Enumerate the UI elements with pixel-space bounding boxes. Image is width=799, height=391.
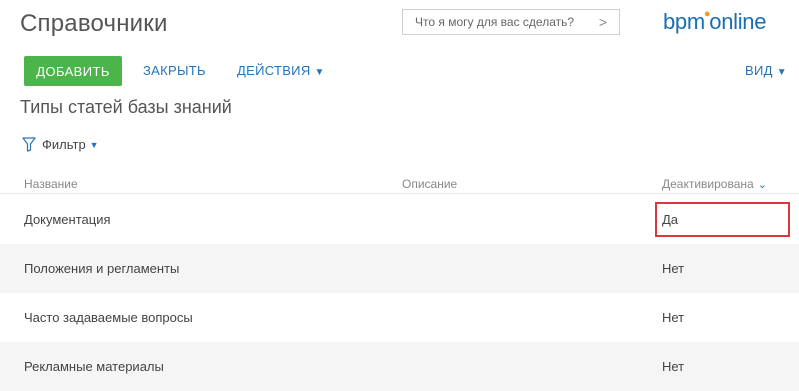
command-placeholder: Что я могу для вас сделать? [415,15,575,29]
section-title: Типы статей базы знаний [20,97,232,117]
page-title: Справочники [20,10,168,37]
table-row[interactable]: Рекламные материалы Нет [0,342,799,391]
view-menu-button[interactable]: ВИД ▼ [745,63,787,78]
caret-down-icon: ▼ [776,67,787,78]
column-header-name[interactable]: Название [24,177,78,191]
sort-down-icon[interactable]: ⌄ [758,179,767,191]
caret-down-icon: ▼ [89,139,99,150]
column-header-deactivated[interactable]: Деактивирована ⌄ [662,177,767,191]
add-button[interactable]: ДОБАВИТЬ [24,56,122,86]
caret-down-icon: ▼ [314,67,325,78]
column-header-description[interactable]: Описание [402,177,457,191]
actions-menu-button[interactable]: ДЕЙСТВИЯ ▼ [237,63,325,78]
cell-deactivated: Нет [662,359,685,374]
cell-name: Положения и регламенты [24,261,180,276]
table-row[interactable]: Положения и регламенты Нет [0,244,799,293]
funnel-icon [22,137,36,152]
close-button[interactable]: ЗАКРЫТЬ [143,63,206,78]
actions-label: ДЕЙСТВИЯ [237,63,311,78]
cell-name: Рекламные материалы [24,359,164,374]
cell-name: Часто задаваемые вопросы [24,310,193,325]
cell-name: Документация [24,212,111,227]
column-header-deactivated-label: Деактивирована [662,177,754,191]
header-divider [0,193,799,194]
table-row[interactable]: Часто задаваемые вопросы Нет [0,293,799,342]
cell-deactivated: Нет [662,310,685,325]
filter-button[interactable]: Фильтр ▼ [22,137,99,152]
chevron-right-icon[interactable]: > [599,14,607,30]
editable-cell-deactivated[interactable] [655,202,790,237]
filter-label: Фильтр [42,137,86,152]
cell-deactivated: Нет [662,261,685,276]
view-label: ВИД [745,63,773,78]
command-search-input[interactable]: Что я могу для вас сделать? > [402,9,620,35]
app-logo: bpm●online [663,8,767,34]
